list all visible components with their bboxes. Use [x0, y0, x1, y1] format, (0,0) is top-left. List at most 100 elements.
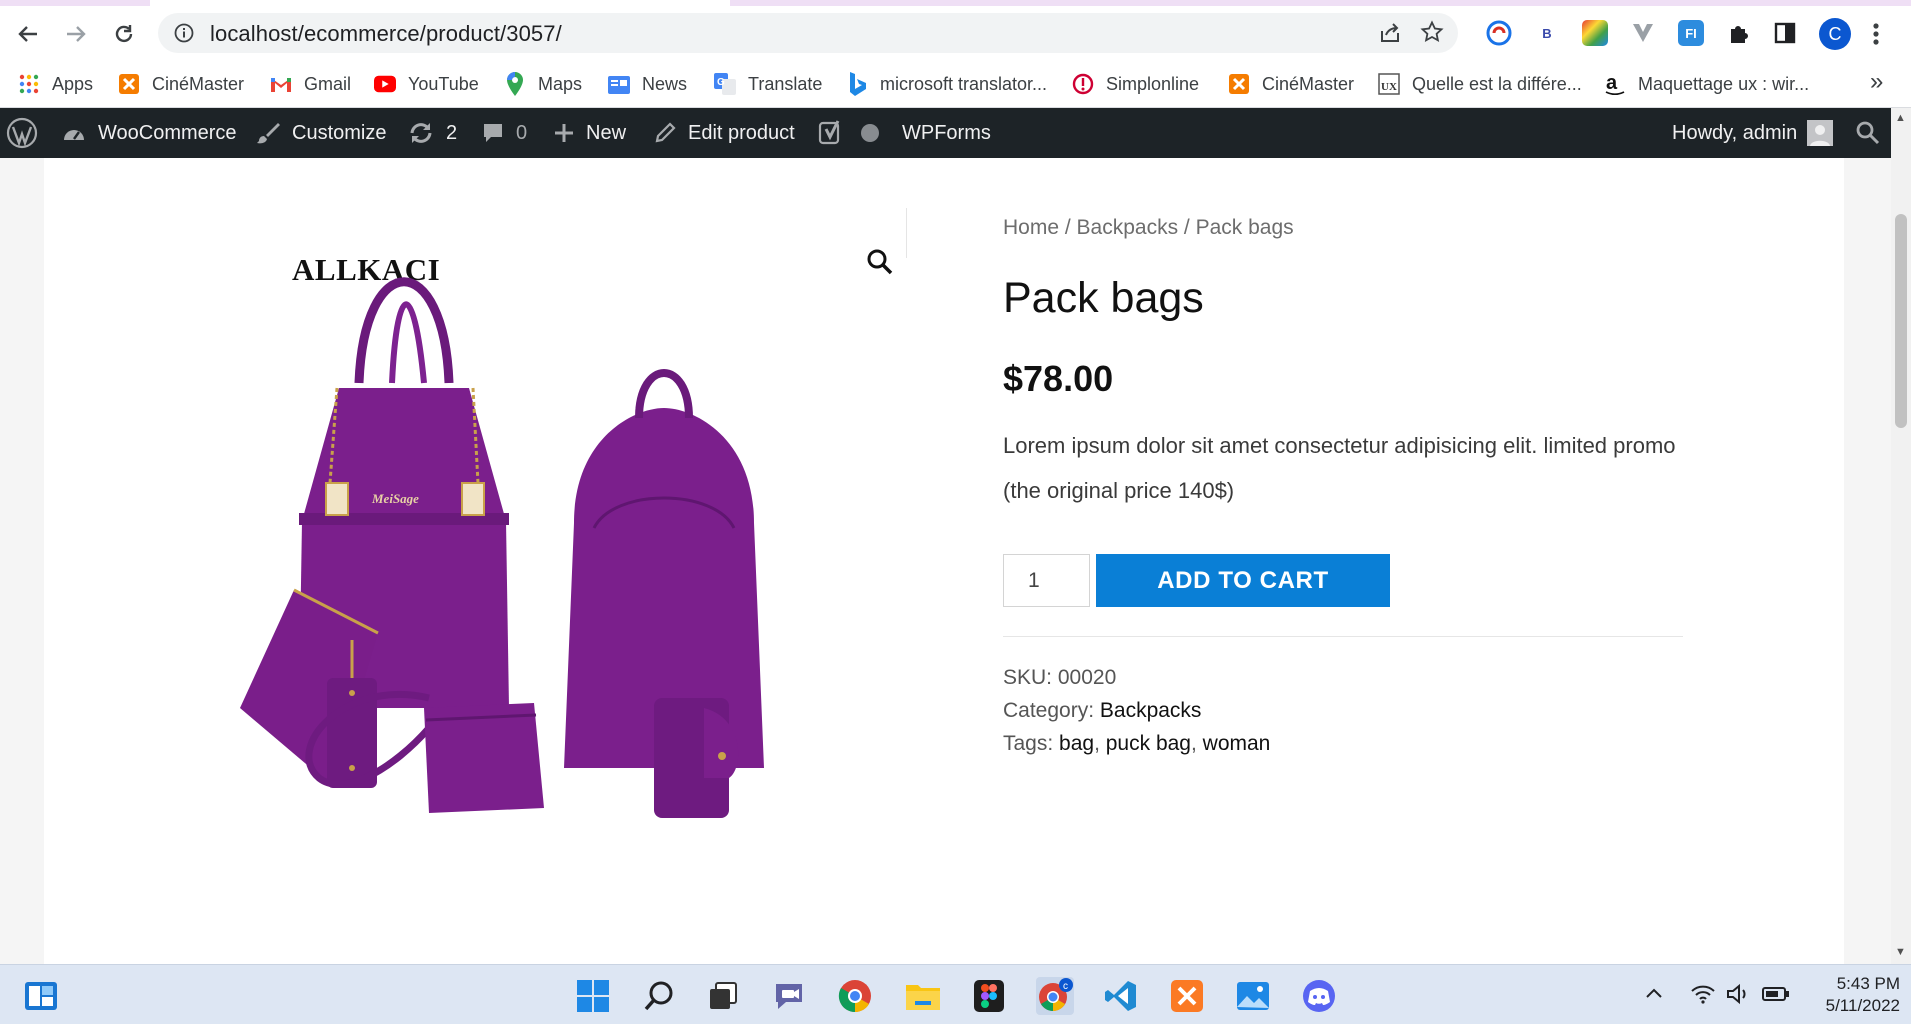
youtube-icon [374, 73, 396, 95]
product-image[interactable]: MeiSage [144, 208, 944, 928]
pencil-icon [654, 122, 676, 144]
tray-chevron-up-icon[interactable] [1644, 983, 1664, 1003]
back-button[interactable] [8, 14, 48, 54]
bookmark-label: Translate [748, 73, 823, 94]
reload-icon [115, 25, 133, 43]
more-bookmarks-chevron-icon[interactable]: » [1870, 68, 1883, 96]
volume-icon[interactable] [1726, 983, 1752, 1005]
photos-icon[interactable] [1234, 977, 1272, 1015]
forward-button[interactable] [56, 14, 96, 54]
chrome-profile-icon[interactable]: c [1036, 977, 1074, 1015]
tag-link[interactable]: bag [1059, 732, 1094, 755]
file-explorer-icon[interactable] [904, 977, 942, 1015]
scroll-thumb[interactable] [1895, 214, 1907, 428]
comments-count: 0 [516, 121, 528, 144]
bookmark-ms-translator[interactable]: microsoft translator... [846, 70, 1047, 98]
share-icon[interactable] [1378, 22, 1402, 44]
tag-link[interactable]: puck bag [1106, 732, 1191, 755]
add-to-cart-button[interactable]: ADD TO CART [1096, 554, 1390, 607]
tag-link[interactable]: woman [1203, 732, 1271, 755]
bookmark-news[interactable]: News [608, 70, 687, 98]
page-scrollbar[interactable]: ▲ ▼ [1891, 108, 1911, 964]
xampp-icon[interactable] [1168, 977, 1206, 1015]
scroll-up-arrow-icon[interactable]: ▲ [1895, 112, 1906, 124]
quantity-input[interactable] [1003, 554, 1090, 607]
svg-text:c: c [1063, 981, 1068, 992]
profile-avatar[interactable]: C [1819, 18, 1851, 50]
ext-swirl-icon[interactable] [1486, 20, 1512, 46]
adminbar-new[interactable]: New [554, 108, 626, 158]
bookmark-label: Apps [52, 73, 94, 94]
menu-kebab-icon[interactable] [1872, 22, 1880, 46]
product-category: Category: Backpacks [1003, 699, 1201, 723]
bookmark-youtube[interactable]: YouTube [374, 70, 479, 98]
adminbar-woocommerce[interactable]: WooCommerce [62, 108, 237, 158]
svg-text:G: G [717, 77, 725, 88]
page-viewport: ALLKACI MeiSage Home / Backpacks / Pack … [0, 158, 1891, 964]
paintbrush-icon [256, 121, 280, 145]
adminbar-customize[interactable]: Customize [256, 108, 386, 158]
customize-label: Customize [292, 121, 387, 144]
admin-avatar-icon [1807, 120, 1834, 146]
wpforms-label: WPForms [902, 121, 991, 144]
bookmark-label: CinéMaster [152, 73, 245, 94]
adminbar-search[interactable] [1856, 108, 1880, 158]
bookmark-quelle[interactable]: UX Quelle est la différe... [1378, 70, 1582, 98]
ext-fi-icon[interactable]: FI [1678, 20, 1704, 46]
adminbar-comments[interactable]: 0 [482, 108, 527, 158]
system-clock[interactable]: 5:43 PM 5/11/2022 [1800, 973, 1900, 1017]
scroll-down-arrow-icon[interactable]: ▼ [1895, 946, 1906, 958]
task-view-icon[interactable] [704, 977, 742, 1015]
site-info-icon[interactable] [174, 23, 194, 43]
bookmark-cinemaster-2[interactable]: CinéMaster [1228, 70, 1354, 98]
seo-status-dot [860, 108, 880, 158]
tote-handle-inner [389, 301, 427, 384]
category-link[interactable]: Backpacks [1100, 699, 1202, 722]
wp-logo-button[interactable] [6, 108, 38, 158]
adminbar-yoast[interactable] [818, 108, 846, 158]
key-holder-rivet [349, 765, 355, 771]
puzzle-icon[interactable] [1726, 20, 1752, 46]
bookmark-maps[interactable]: Maps [504, 70, 582, 98]
ext-b-icon[interactable]: B [1534, 20, 1560, 46]
ext-colorful-icon[interactable] [1582, 20, 1608, 46]
updates-count: 2 [446, 121, 458, 144]
reload-button[interactable] [104, 14, 144, 54]
breadcrumb-home[interactable]: Home [1003, 216, 1059, 239]
ext-v-icon[interactable] [1630, 20, 1656, 46]
bookmark-gmail[interactable]: Gmail [270, 70, 351, 98]
discord-icon[interactable] [1300, 977, 1338, 1015]
bookmark-star-icon[interactable] [1420, 20, 1444, 44]
bookmark-maquettage[interactable]: a Maquettage ux : wir... [1604, 70, 1809, 98]
bookmark-apps[interactable]: Apps [18, 70, 93, 98]
breadcrumb-category[interactable]: Backpacks [1077, 216, 1179, 239]
adminbar-edit-product[interactable]: Edit product [654, 108, 795, 158]
wordpress-icon [6, 117, 38, 149]
adminbar-updates[interactable]: 2 [408, 108, 457, 158]
clock-time: 5:43 PM [1836, 974, 1900, 993]
figma-icon[interactable] [970, 977, 1008, 1015]
plus-icon [554, 123, 574, 143]
bookmark-label: Quelle est la différe... [1412, 73, 1582, 94]
adminbar-wpforms[interactable]: WPForms [902, 108, 991, 158]
vscode-icon[interactable] [1102, 977, 1140, 1015]
windows-start-icon[interactable] [574, 977, 612, 1015]
cinemaster-icon [118, 73, 140, 95]
new-label: New [586, 121, 627, 144]
adminbar-account[interactable]: Howdy, admin [1672, 108, 1834, 158]
address-bar[interactable]: localhost/ecommerce/product/3057/ [158, 13, 1458, 53]
search-icon[interactable] [640, 977, 678, 1015]
product-title: Pack bags [1003, 274, 1204, 322]
battery-icon[interactable] [1762, 983, 1790, 1005]
wifi-icon[interactable] [1690, 983, 1716, 1005]
teams-chat-icon[interactable] [770, 977, 808, 1015]
sidepanel-icon[interactable] [1772, 20, 1798, 46]
bookmark-cinemaster[interactable]: CinéMaster [118, 70, 244, 98]
tote-padlock-left [325, 482, 349, 516]
widgets-icon[interactable] [22, 977, 60, 1015]
bookmark-translate[interactable]: G Translate [714, 70, 822, 98]
bookmark-simplonline[interactable]: Simplonline [1072, 70, 1199, 98]
chrome-icon[interactable] [836, 977, 874, 1015]
url-text[interactable]: localhost/ecommerce/product/3057/ [210, 21, 562, 47]
apps-grid-icon [18, 73, 40, 95]
